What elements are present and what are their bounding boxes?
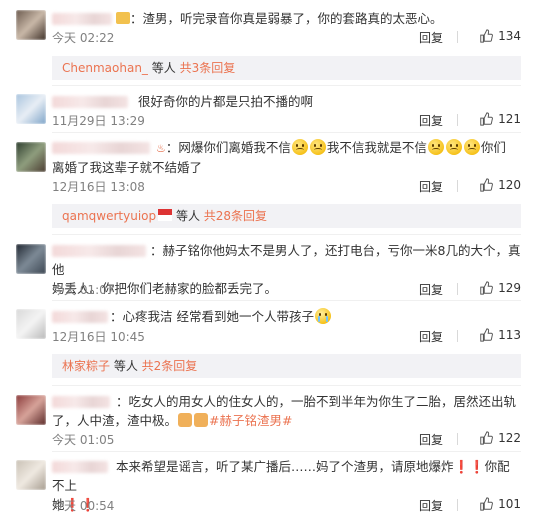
sub-replies-bar[interactable]: qamqwertyuiop 等人 共28条回复 [52, 204, 521, 228]
like-count: 134 [498, 29, 521, 43]
comment-text: 了，人中渣，渣中极。 [52, 413, 178, 428]
divider [52, 85, 521, 86]
like-button[interactable]: 113 [479, 328, 521, 342]
sad-emoji-icon [427, 139, 444, 155]
comment-time: 11月29日 13:29 [52, 114, 145, 128]
thumbs-up-icon [480, 431, 493, 445]
sub-reply-count[interactable]: 共2条回复 [142, 359, 198, 373]
like-count: 113 [498, 328, 521, 342]
comment-time: 今天 02:22 [52, 31, 115, 45]
thumbs-up-icon [480, 497, 493, 511]
comment-text: 你们 [480, 140, 506, 155]
sub-reply-count[interactable]: 共3条回复 [180, 61, 236, 75]
avatar[interactable] [16, 142, 46, 172]
reply-button[interactable]: 回复 [419, 112, 443, 129]
like-count: 101 [498, 497, 521, 511]
like-button[interactable]: 134 [479, 29, 521, 43]
divider [52, 234, 521, 235]
comment-time: 12月16日 10:45 [52, 330, 145, 344]
thumbs-up-icon [480, 328, 493, 342]
thumbs-down-emoji-icon [178, 413, 193, 427]
divider [52, 451, 521, 452]
like-button[interactable]: 121 [479, 112, 521, 126]
comment-text: 很好奇你的片都是只拍不播的啊 [138, 94, 314, 109]
sad-emoji-icon [291, 139, 308, 155]
hashtag-link[interactable]: #赫子铭渣男# [209, 413, 292, 428]
divider [457, 433, 458, 445]
comment-text: ：网爆你们离婚我不信 [165, 140, 291, 155]
vip-badge-icon [116, 12, 130, 24]
thumbs-up-icon [480, 178, 493, 192]
sub-replies-bar[interactable]: Chenmaohan_ 等人 共3条回复 [52, 56, 521, 80]
comment-time: 12月16日 13:08 [52, 180, 145, 194]
flags-icon [158, 209, 173, 221]
avatar[interactable] [16, 395, 46, 425]
like-button[interactable]: 101 [479, 497, 521, 511]
sad-emoji-icon [463, 139, 480, 155]
avatar[interactable] [16, 244, 46, 274]
like-button[interactable]: 122 [479, 431, 521, 445]
divider [457, 283, 458, 295]
like-button[interactable]: 129 [479, 281, 521, 295]
comment-text: 本来希望是谣言，听了某广播后……妈了个渣男，请原地爆炸❗❗你配不上 [52, 459, 510, 493]
reply-button[interactable]: 回复 [419, 497, 443, 514]
sub-replies-bar[interactable]: 林家粽子 等人 共2条回复 [52, 354, 521, 378]
sub-reply-label: 等人 [172, 209, 204, 223]
thumbs-up-icon [480, 281, 493, 295]
like-count: 129 [498, 281, 521, 295]
sub-reply-label: 等人 [110, 359, 142, 373]
comment-text: ：赫子铭你他妈太不是男人了，还打电台，亏你一米8几的大个，真他 [52, 243, 521, 277]
like-count: 122 [498, 431, 521, 445]
comment-text: ：渣男，听完录音你真是弱暴了，你的套路真的太恶心。 [130, 11, 443, 26]
comment-text: ：吃女人的用女人的住女人的，一胎不到半年为你生了二胎，居然还出轨 [116, 394, 517, 409]
divider [457, 31, 458, 43]
divider [457, 114, 458, 126]
comment-text: 我不信我就是不信 [326, 140, 427, 155]
sub-reply-label: 等人 [147, 61, 180, 75]
like-button[interactable]: 120 [479, 178, 521, 192]
comment-text: ：心疼我洁 经常看到她一个人带孩子 [110, 309, 314, 324]
crying-emoji-icon [315, 308, 331, 324]
like-count: 121 [498, 112, 521, 126]
sub-reply-user[interactable]: qamqwertyuiop [62, 209, 156, 223]
comment-time: 今天 01:07 [52, 283, 115, 297]
reply-button[interactable]: 回复 [419, 328, 443, 345]
thumbs-down-emoji-icon [194, 413, 209, 427]
divider [457, 180, 458, 192]
like-count: 120 [498, 178, 521, 192]
divider [457, 499, 458, 511]
avatar[interactable] [16, 94, 46, 124]
reply-button[interactable]: 回复 [419, 178, 443, 195]
avatar[interactable] [16, 10, 46, 40]
reply-button[interactable]: 回复 [419, 281, 443, 298]
reply-button[interactable]: 回复 [419, 29, 443, 46]
sub-reply-user[interactable]: 林家粽子 [62, 359, 110, 373]
avatar[interactable] [16, 460, 46, 490]
flame-icon: ♨ [156, 142, 166, 155]
reply-button[interactable]: 回复 [419, 431, 443, 448]
sub-reply-user[interactable]: Chenmaohan_ [62, 61, 148, 75]
thumbs-up-icon [480, 112, 493, 126]
avatar[interactable] [16, 309, 46, 339]
sad-emoji-icon [445, 139, 462, 155]
sad-emoji-icon [309, 139, 326, 155]
divider [457, 330, 458, 342]
divider [52, 132, 521, 133]
comment-time: 今天 01:05 [52, 433, 115, 447]
divider [52, 385, 521, 386]
sub-reply-count[interactable]: 共28条回复 [204, 209, 267, 223]
comment-time: 今天 00:54 [52, 499, 115, 513]
divider [52, 300, 521, 301]
comment-text: 离婚了我这辈子就不结婚了 [52, 160, 203, 175]
thumbs-up-icon [480, 29, 493, 43]
